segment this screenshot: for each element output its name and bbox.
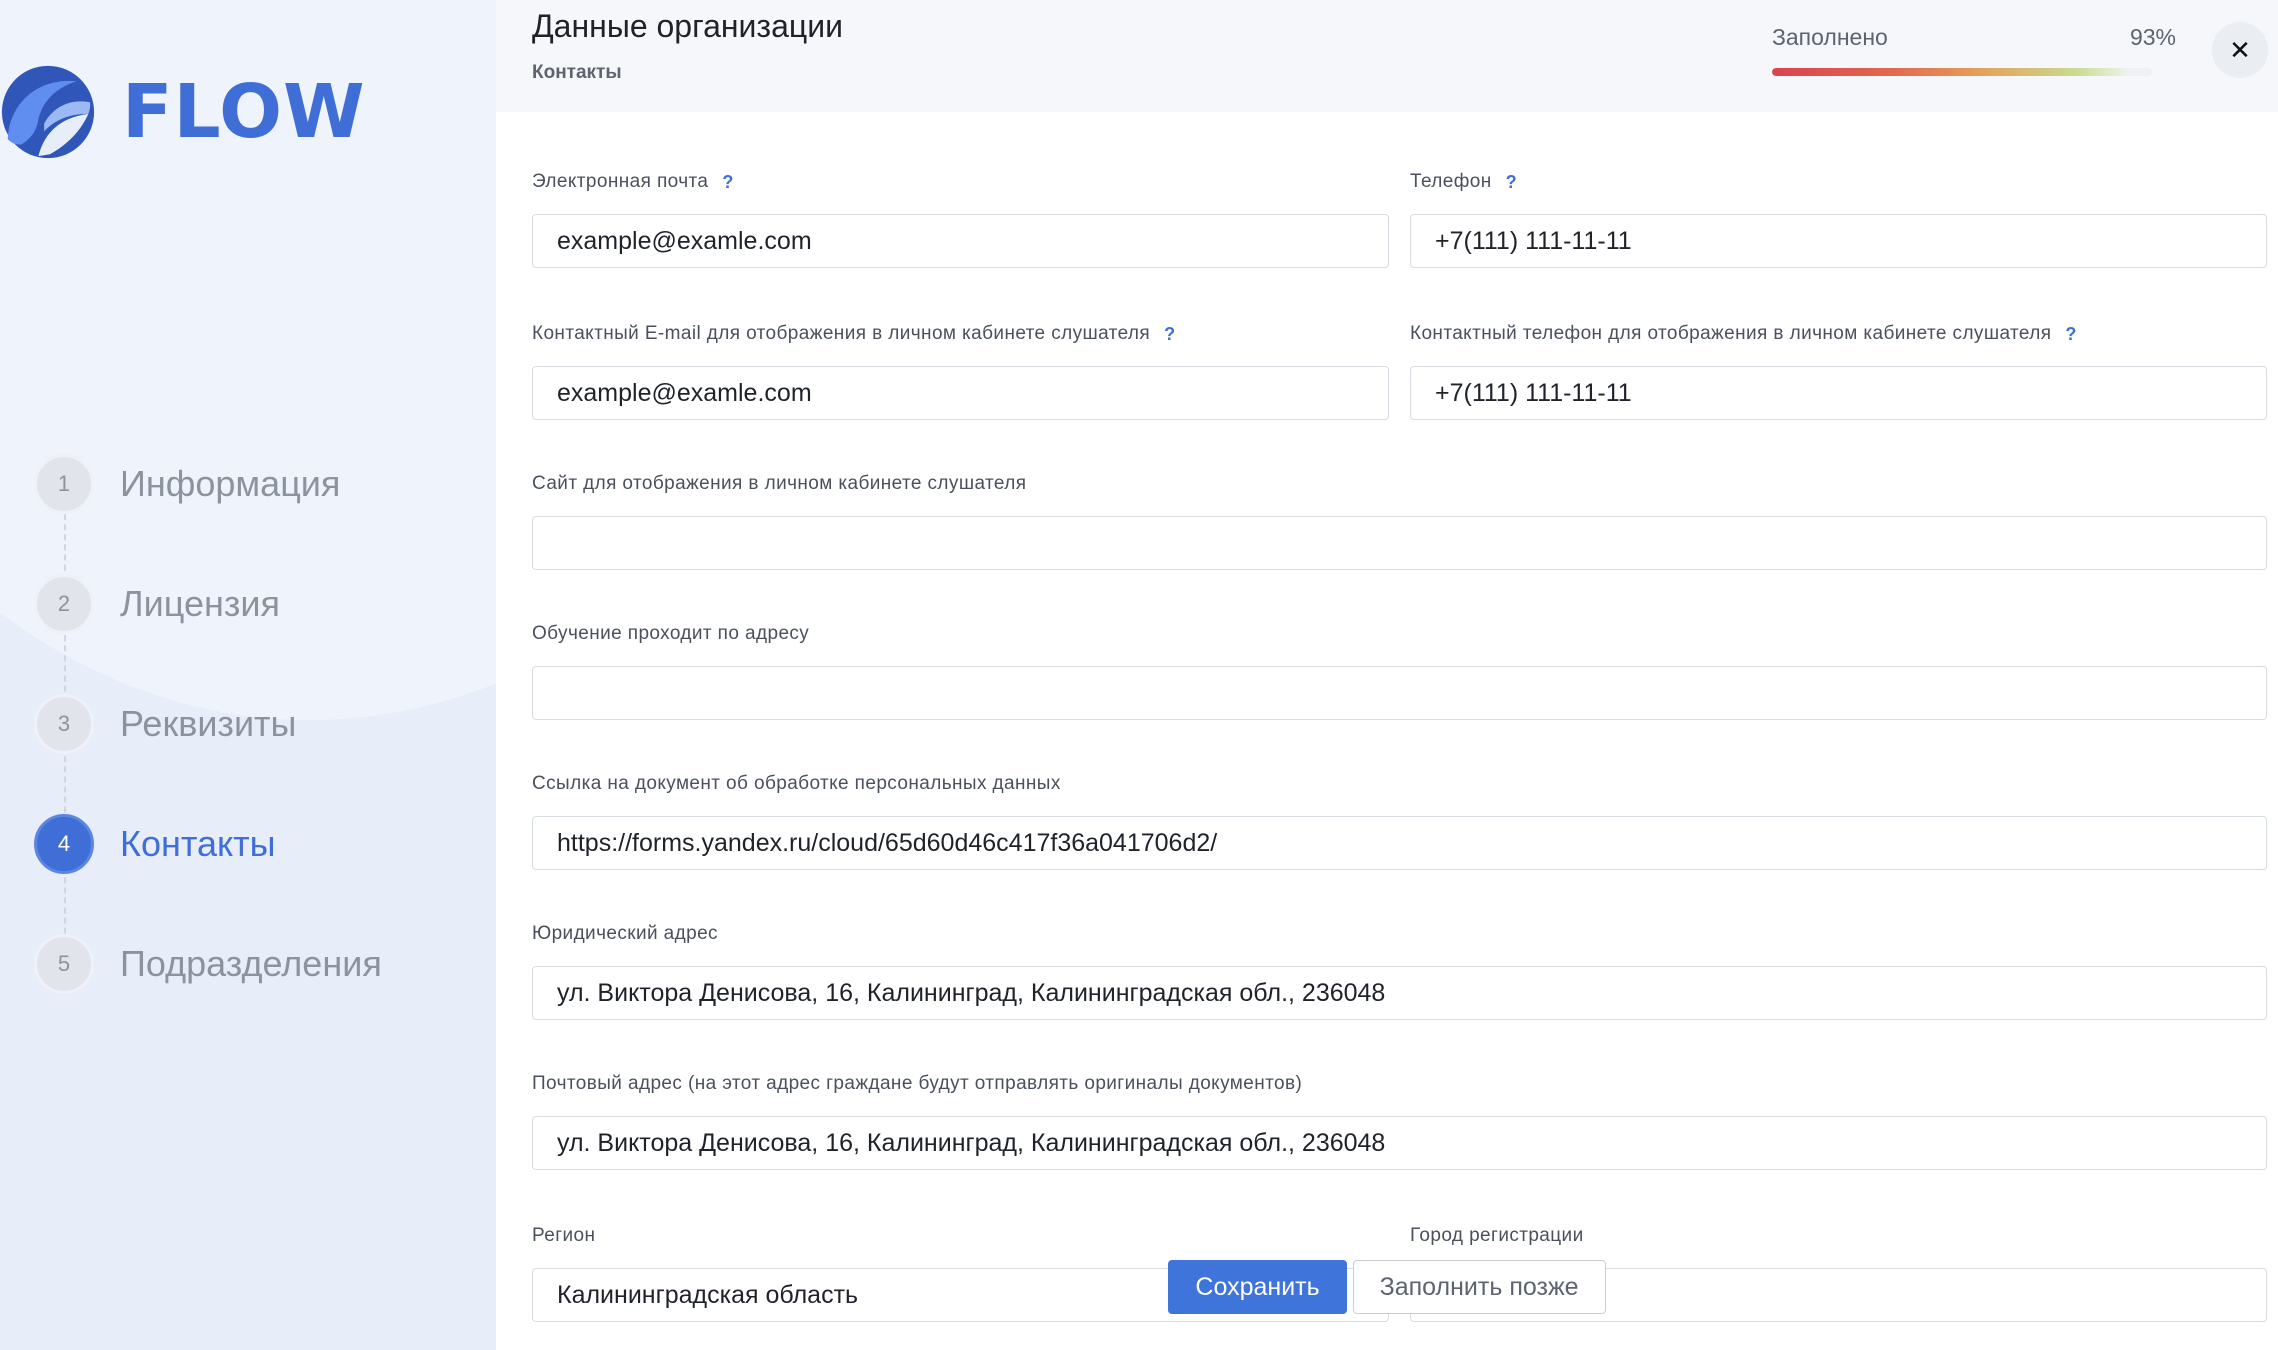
step-requisites[interactable]: 3 Реквизиты (34, 694, 382, 814)
phone-label-text: Телефон (1410, 171, 1492, 192)
city-label: Город регистрации (1410, 1225, 1584, 1246)
flow-logo-icon (1, 65, 95, 159)
site-label: Сайт для отображения в личном кабинете с… (532, 473, 1027, 494)
legal-address-label: Юридический адрес (532, 923, 718, 944)
step-label: Реквизиты (120, 703, 297, 744)
save-button[interactable]: Сохранить (1168, 1260, 1347, 1314)
phone-help-icon[interactable]: ? (1506, 170, 1517, 194)
main-panel: Данные организации Контакты Заполнено 93… (496, 0, 2278, 1350)
contact-email-input[interactable] (532, 366, 1389, 420)
step-label: Подразделения (120, 943, 382, 984)
site-field-group: Сайт для отображения в личном кабинете с… (532, 472, 2267, 570)
training-address-label: Обучение проходит по адресу (532, 623, 810, 644)
step-label: Информация (120, 463, 341, 504)
logo: FLOW (0, 62, 366, 162)
phone-field-group: Телефон ? (1410, 170, 2267, 268)
step-number: 5 (34, 934, 94, 994)
contact-phone-label: Контактный телефон для отображения в лич… (1410, 322, 2267, 346)
step-label: Лицензия (120, 583, 280, 624)
email-label: Электронная почта ? (532, 170, 1389, 194)
step-number: 4 (34, 814, 94, 874)
training-address-input[interactable] (532, 666, 2267, 720)
progress-bar-fill (1772, 68, 2126, 76)
close-button[interactable]: ✕ (2212, 22, 2268, 78)
privacy-link-field-group: Ссылка на документ об обработке персонал… (532, 772, 2267, 870)
contact-phone-help-icon[interactable]: ? (2065, 322, 2076, 346)
contact-email-field-group: Контактный E-mail для отображения в личн… (532, 322, 1389, 420)
contacts-form: Электронная почта ? Телефон ? Контактный… (532, 170, 2267, 1322)
form-row: Электронная почта ? Телефон ? (532, 170, 2267, 268)
privacy-link-label: Ссылка на документ об обработке персонал… (532, 773, 1061, 794)
sidebar: FLOW 1 Информация 2 Лицензия 3 Реквизиты… (0, 0, 496, 1350)
form-row: Контактный E-mail для отображения в личн… (532, 322, 2267, 420)
legal-address-input[interactable] (532, 966, 2267, 1020)
step-number: 1 (34, 454, 94, 514)
page-subtitle: Контакты (532, 62, 622, 83)
legal-address-field-group: Юридический адрес (532, 922, 2267, 1020)
progress-label: Заполнено (1772, 24, 1888, 50)
email-field-group: Электронная почта ? (532, 170, 1389, 268)
privacy-link-input[interactable] (532, 816, 2267, 870)
region-label: Регион (532, 1225, 596, 1246)
email-label-text: Электронная почта (532, 171, 709, 192)
progress-bar (1772, 68, 2152, 76)
step-subdivisions[interactable]: 5 Подразделения (34, 934, 382, 1054)
step-number: 2 (34, 574, 94, 634)
step-number: 3 (34, 694, 94, 754)
postal-address-label: Почтовый адрес (на этот адрес граждане б… (532, 1073, 1303, 1094)
contact-phone-label-text: Контактный телефон для отображения в лич… (1410, 323, 2052, 344)
form-actions: Сохранить Заполнить позже (496, 1260, 2278, 1314)
postal-address-input[interactable] (532, 1116, 2267, 1170)
steps-nav: 1 Информация 2 Лицензия 3 Реквизиты 4 Ко… (34, 454, 382, 1054)
page-title: Данные организации (532, 8, 843, 44)
brand-name: FLOW (122, 69, 366, 155)
phone-input[interactable] (1410, 214, 2267, 268)
header: Данные организации Контакты Заполнено 93… (496, 0, 2278, 112)
email-help-icon[interactable]: ? (722, 170, 733, 194)
step-information[interactable]: 1 Информация (34, 454, 382, 574)
progress-value: 93% (2129, 24, 2176, 50)
fill-later-button[interactable]: Заполнить позже (1352, 1260, 1606, 1314)
contact-email-label-text: Контактный E-mail для отображения в личн… (532, 323, 1151, 344)
email-input[interactable] (532, 214, 1389, 268)
training-address-field-group: Обучение проходит по адресу (532, 622, 2267, 720)
contact-phone-input[interactable] (1410, 366, 2267, 420)
contact-email-label: Контактный E-mail для отображения в личн… (532, 322, 1389, 346)
step-license[interactable]: 2 Лицензия (34, 574, 382, 694)
step-label: Контакты (120, 823, 276, 864)
step-contacts[interactable]: 4 Контакты (34, 814, 382, 934)
postal-address-field-group: Почтовый адрес (на этот адрес граждане б… (532, 1072, 2267, 1170)
site-input[interactable] (532, 516, 2267, 570)
contact-phone-field-group: Контактный телефон для отображения в лич… (1410, 322, 2267, 420)
close-icon: ✕ (2229, 34, 2251, 65)
contact-email-help-icon[interactable]: ? (1164, 322, 1175, 346)
phone-label: Телефон ? (1410, 170, 2267, 194)
